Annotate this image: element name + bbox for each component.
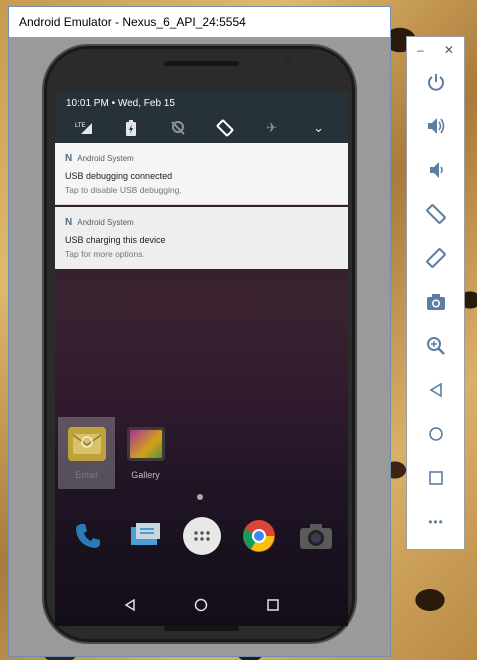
notification-app-name: Android System bbox=[77, 154, 134, 163]
window-title: Android Emulator - Nexus_6_API_24:5554 bbox=[9, 7, 390, 37]
notification-app-header: N Android System bbox=[65, 217, 134, 228]
quick-settings-panel: 10:01 PM • Wed, Feb 15 LTE ✈ ⌄ bbox=[55, 91, 348, 143]
phone-frame: 10:01 PM • Wed, Feb 15 LTE ✈ ⌄ N Android… bbox=[42, 44, 357, 644]
chrome-icon[interactable] bbox=[240, 517, 278, 555]
lte-signal-icon[interactable]: LTE bbox=[73, 117, 95, 139]
app-label: Email bbox=[75, 470, 98, 480]
overview-icon bbox=[429, 471, 443, 485]
notification-usb-charging[interactable]: N Android System USB charging this devic… bbox=[55, 207, 348, 269]
volume-up-icon bbox=[428, 118, 445, 134]
more-button[interactable]: ••• bbox=[421, 507, 451, 537]
home-icon[interactable] bbox=[194, 598, 208, 617]
phone-icon[interactable] bbox=[69, 517, 107, 555]
toolbar-overview-button[interactable] bbox=[421, 463, 451, 493]
notification-usb-debugging[interactable]: N Android System USB debugging connected… bbox=[55, 143, 348, 205]
back-icon bbox=[429, 382, 442, 398]
camera-icon[interactable] bbox=[297, 517, 335, 555]
notification-app-header: N Android System bbox=[65, 153, 134, 164]
back-icon[interactable] bbox=[124, 598, 136, 616]
home-icon bbox=[429, 427, 443, 441]
email-icon bbox=[68, 427, 106, 461]
messages-icon[interactable] bbox=[126, 517, 164, 555]
android-system-icon: N bbox=[65, 217, 73, 228]
notification-text: Tap to disable USB debugging. bbox=[65, 185, 182, 195]
front-camera bbox=[284, 58, 292, 66]
volume-down-icon bbox=[430, 162, 443, 178]
location-off-icon[interactable] bbox=[167, 117, 189, 139]
top-speaker bbox=[164, 61, 239, 66]
close-button[interactable]: ✕ bbox=[444, 43, 454, 57]
notification-title: USB debugging connected bbox=[65, 171, 173, 181]
bottom-speaker bbox=[164, 626, 239, 631]
power-button[interactable] bbox=[421, 67, 451, 97]
toolbar-back-button[interactable] bbox=[421, 375, 451, 405]
expand-icon[interactable]: ⌄ bbox=[308, 117, 330, 139]
rotate-right-icon bbox=[426, 248, 446, 268]
overview-icon[interactable] bbox=[267, 598, 279, 616]
quick-settings-tiles: LTE ✈ ⌄ bbox=[55, 116, 348, 140]
rotate-left-button[interactable] bbox=[421, 199, 451, 229]
volume-down-button[interactable] bbox=[421, 155, 451, 185]
zoom-icon bbox=[427, 337, 445, 355]
status-time-date: 10:01 PM • Wed, Feb 15 bbox=[66, 98, 175, 109]
dock bbox=[55, 511, 348, 561]
battery-icon[interactable] bbox=[120, 117, 142, 139]
nav-bar bbox=[55, 588, 348, 626]
volume-up-button[interactable] bbox=[421, 111, 451, 141]
toolbar-home-button[interactable] bbox=[421, 419, 451, 449]
gallery-icon bbox=[127, 427, 165, 461]
rotate-right-button[interactable] bbox=[421, 243, 451, 273]
emulator-toolbar: – ✕ ••• bbox=[406, 36, 465, 550]
notification-app-name: Android System bbox=[77, 218, 134, 227]
emulator-window: Android Emulator - Nexus_6_API_24:5554 1… bbox=[8, 6, 391, 657]
device-screen[interactable]: 10:01 PM • Wed, Feb 15 LTE ✈ ⌄ N Android… bbox=[55, 91, 348, 626]
android-system-icon: N bbox=[65, 153, 73, 164]
auto-rotate-icon[interactable] bbox=[214, 117, 236, 139]
home-app-gallery[interactable]: Gallery bbox=[117, 417, 174, 489]
airplane-mode-icon[interactable]: ✈ bbox=[261, 117, 283, 139]
svg-text:LTE: LTE bbox=[75, 123, 86, 129]
home-app-email[interactable]: Email bbox=[58, 417, 115, 489]
app-drawer-icon[interactable] bbox=[182, 517, 221, 555]
rotate-left-icon bbox=[426, 204, 446, 224]
notification-title: USB charging this device bbox=[65, 235, 166, 245]
emulator-body: 10:01 PM • Wed, Feb 15 LTE ✈ ⌄ N Android… bbox=[9, 37, 390, 656]
screenshot-icon bbox=[427, 294, 445, 310]
zoom-button[interactable] bbox=[421, 331, 451, 361]
app-label: Gallery bbox=[131, 470, 160, 480]
power-icon bbox=[428, 74, 444, 91]
toolbar-window-controls: – ✕ bbox=[407, 43, 464, 57]
minimize-button[interactable]: – bbox=[417, 43, 424, 57]
notification-text: Tap for more options. bbox=[65, 249, 145, 259]
page-indicator bbox=[197, 494, 203, 500]
screenshot-button[interactable] bbox=[421, 287, 451, 317]
